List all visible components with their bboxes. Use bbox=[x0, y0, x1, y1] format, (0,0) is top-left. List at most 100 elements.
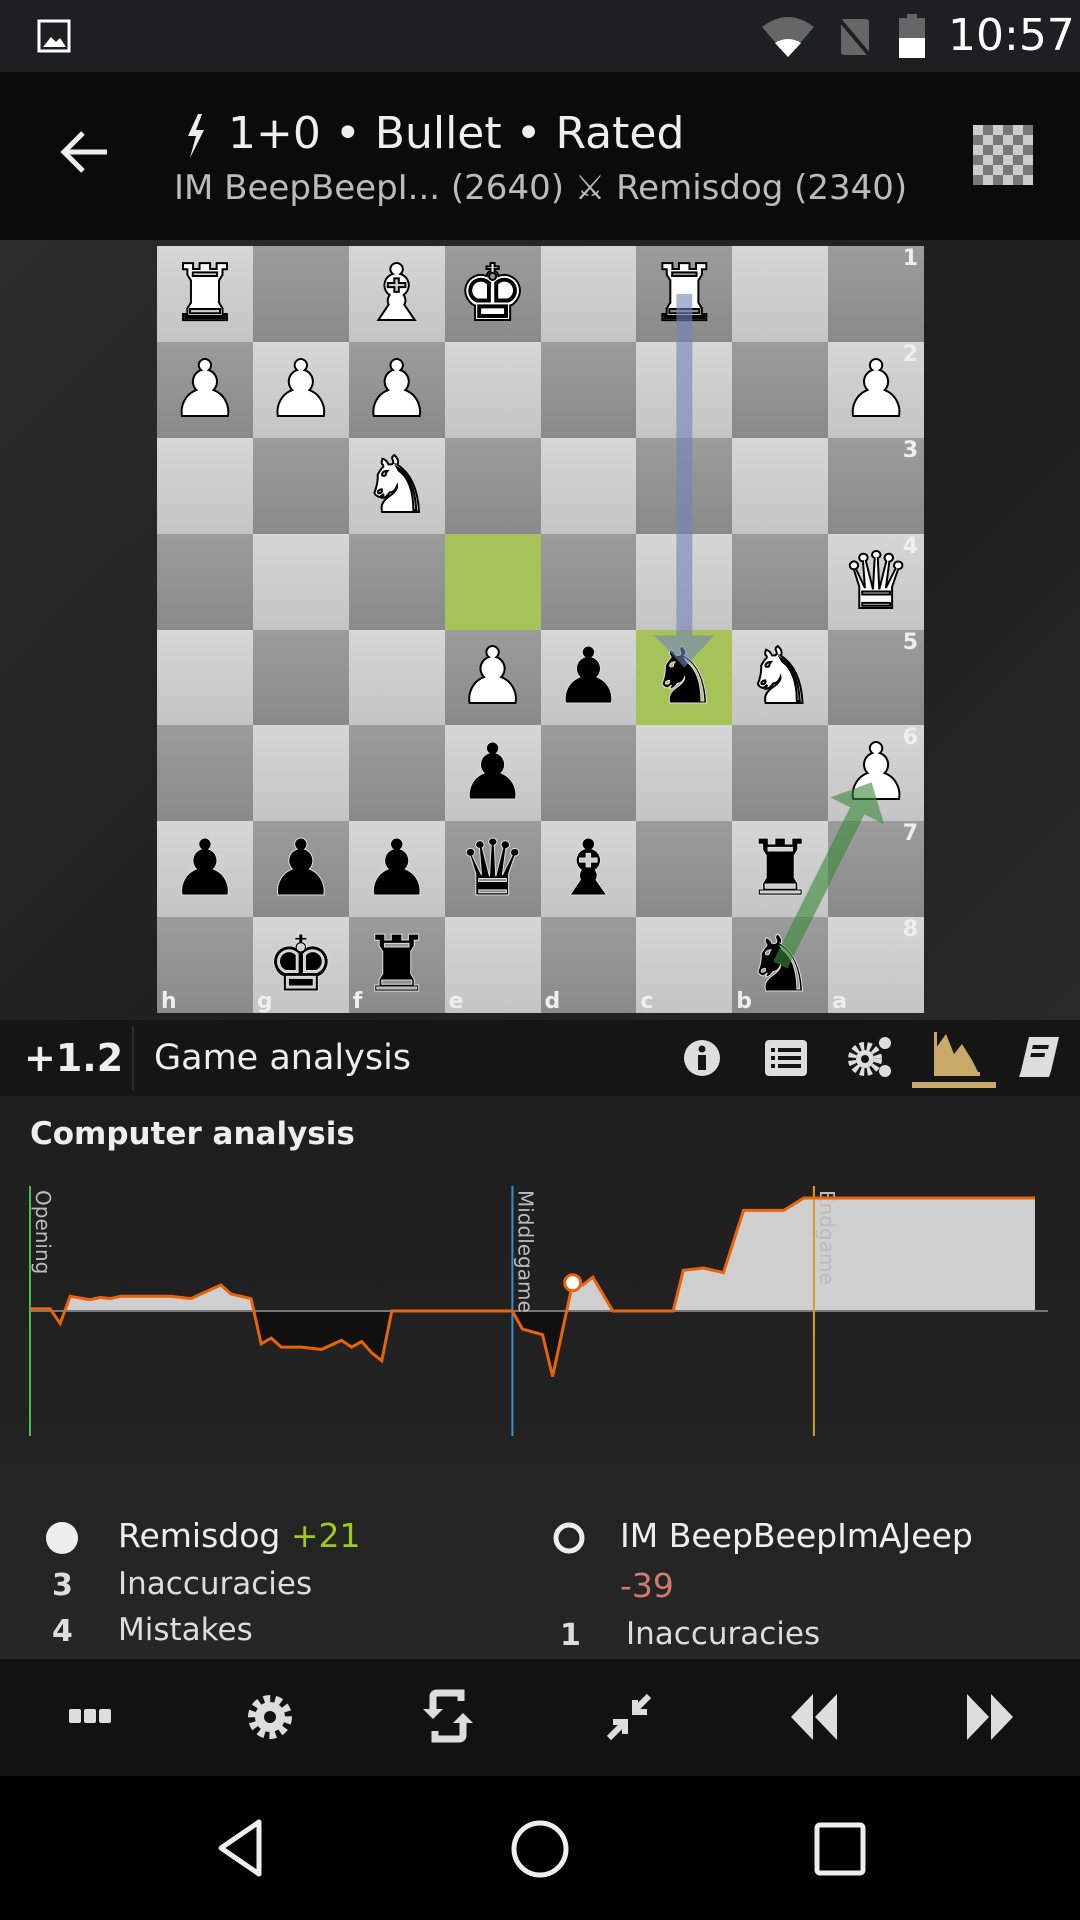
eval-point[interactable] bbox=[338, 1336, 346, 1344]
eval-point[interactable] bbox=[26, 1305, 34, 1313]
eval-point[interactable] bbox=[539, 1331, 547, 1339]
eval-point[interactable] bbox=[699, 1264, 707, 1272]
eval-point[interactable] bbox=[669, 1307, 677, 1315]
square-c3[interactable] bbox=[636, 437, 733, 534]
square-g2[interactable]: ♟ bbox=[252, 341, 349, 438]
black-knight-icon[interactable]: ♞ bbox=[649, 638, 720, 717]
square-b2[interactable] bbox=[732, 341, 829, 438]
black-pawn-icon[interactable]: ♟ bbox=[265, 830, 336, 909]
white-king-icon[interactable]: ♚ bbox=[457, 254, 529, 334]
square-c4[interactable] bbox=[636, 533, 733, 630]
square-a2[interactable]: ♟ 2 bbox=[828, 341, 924, 438]
square-f6[interactable] bbox=[348, 725, 445, 822]
eval-point[interactable] bbox=[46, 1305, 54, 1313]
eval-point[interactable] bbox=[780, 1206, 788, 1214]
square-e4[interactable] bbox=[444, 533, 541, 630]
eval-point[interactable] bbox=[106, 1295, 114, 1303]
square-d7[interactable]: ♝ bbox=[540, 821, 637, 918]
square-b3[interactable] bbox=[732, 437, 829, 534]
square-c5[interactable]: ♞ bbox=[636, 629, 733, 726]
black-pawn-icon[interactable]: ♟ bbox=[361, 830, 432, 909]
eval-point[interactable] bbox=[187, 1295, 195, 1303]
black-rook-icon[interactable]: ♜ bbox=[745, 830, 816, 909]
eval-point[interactable] bbox=[167, 1292, 175, 1300]
eval-point[interactable] bbox=[86, 1296, 94, 1304]
square-b1[interactable] bbox=[732, 246, 829, 342]
square-a8[interactable]: 8a bbox=[828, 917, 924, 1013]
square-c8[interactable]: c bbox=[636, 917, 733, 1013]
square-a6[interactable]: ♟ 6 bbox=[828, 725, 924, 822]
square-g1[interactable] bbox=[252, 246, 349, 342]
square-h1[interactable]: ♜ bbox=[157, 246, 253, 342]
square-c7[interactable] bbox=[636, 821, 733, 918]
home-nav-icon[interactable] bbox=[505, 1816, 575, 1882]
white-bishop-icon[interactable]: ♝ bbox=[361, 254, 433, 334]
square-g4[interactable] bbox=[252, 533, 349, 630]
eval-chart[interactable]: Opening Middlegame Endgame bbox=[0, 1186, 1080, 1446]
square-d6[interactable] bbox=[540, 725, 637, 822]
white-pawn-icon[interactable]: ♟ bbox=[840, 350, 912, 430]
eval-point[interactable] bbox=[368, 1349, 376, 1357]
square-b4[interactable] bbox=[732, 533, 829, 630]
square-d1[interactable] bbox=[540, 246, 637, 342]
square-g8[interactable]: ♚ g bbox=[252, 917, 349, 1013]
eval-point[interactable] bbox=[96, 1293, 104, 1301]
info-icon[interactable] bbox=[680, 1034, 724, 1082]
black-queen-icon[interactable]: ♛ bbox=[457, 830, 528, 909]
square-h5[interactable] bbox=[157, 629, 253, 726]
square-d3[interactable] bbox=[540, 437, 637, 534]
flip-board-icon[interactable] bbox=[418, 1685, 478, 1747]
collapse-icon[interactable] bbox=[600, 1689, 660, 1745]
back-nav-icon[interactable] bbox=[210, 1812, 270, 1884]
eval-point[interactable] bbox=[388, 1307, 396, 1315]
chart-icon[interactable] bbox=[930, 1028, 984, 1078]
square-e1[interactable]: ♚ bbox=[444, 246, 541, 342]
eval-point[interactable] bbox=[378, 1357, 386, 1365]
eval-point[interactable] bbox=[679, 1266, 687, 1274]
white-rook-icon[interactable]: ♜ bbox=[648, 254, 720, 334]
square-e7[interactable]: ♛ bbox=[444, 821, 541, 918]
recents-nav-icon[interactable] bbox=[810, 1816, 870, 1882]
black-pawn-icon[interactable]: ♟ bbox=[457, 734, 528, 813]
engine-settings-icon[interactable] bbox=[846, 1032, 896, 1082]
square-d8[interactable]: d bbox=[540, 917, 637, 1013]
eval-point[interactable] bbox=[116, 1292, 124, 1300]
square-g3[interactable] bbox=[252, 437, 349, 534]
square-h4[interactable] bbox=[157, 533, 253, 630]
square-d4[interactable] bbox=[540, 533, 637, 630]
eval-point[interactable] bbox=[1031, 1194, 1039, 1202]
white-pawn-icon[interactable]: ♟ bbox=[361, 350, 433, 430]
eval-point[interactable] bbox=[508, 1307, 516, 1315]
square-e5[interactable]: ♟ bbox=[444, 629, 541, 726]
square-f2[interactable]: ♟ bbox=[348, 341, 445, 438]
black-bishop-icon[interactable]: ♝ bbox=[553, 830, 624, 909]
eval-point[interactable] bbox=[358, 1338, 366, 1346]
book-icon[interactable] bbox=[1014, 1032, 1064, 1082]
white-queen-icon[interactable]: ♛ bbox=[840, 542, 912, 622]
square-h7[interactable]: ♟ bbox=[157, 821, 253, 918]
eval-point[interactable] bbox=[589, 1273, 597, 1281]
eval-point[interactable] bbox=[267, 1334, 275, 1342]
square-g5[interactable] bbox=[252, 629, 349, 726]
square-f4[interactable] bbox=[348, 533, 445, 630]
square-h8[interactable]: h bbox=[157, 917, 253, 1013]
square-g7[interactable]: ♟ bbox=[252, 821, 349, 918]
square-a7[interactable]: 7 bbox=[828, 821, 924, 918]
back-arrow-icon[interactable] bbox=[50, 122, 120, 182]
white-pawn-icon[interactable]: ♟ bbox=[840, 733, 912, 813]
settings-icon[interactable] bbox=[240, 1689, 300, 1745]
black-error-label[interactable]: Inaccuracies bbox=[626, 1616, 820, 1652]
square-a5[interactable]: 5 bbox=[828, 629, 924, 726]
square-b7[interactable]: ♜ bbox=[732, 821, 829, 918]
eval-point[interactable] bbox=[56, 1319, 64, 1327]
square-b5[interactable]: ♞ bbox=[732, 629, 829, 726]
eval-point[interactable] bbox=[549, 1373, 557, 1381]
black-pawn-icon[interactable]: ♟ bbox=[553, 638, 624, 717]
square-e2[interactable] bbox=[444, 341, 541, 438]
eval-point[interactable] bbox=[247, 1295, 255, 1303]
square-b8[interactable]: ♞ b bbox=[732, 917, 829, 1013]
white-error-label[interactable]: Inaccuracies bbox=[118, 1566, 312, 1602]
white-pawn-icon[interactable]: ♟ bbox=[169, 350, 241, 430]
square-f5[interactable] bbox=[348, 629, 445, 726]
square-a4[interactable]: ♛ 4 bbox=[828, 533, 924, 630]
